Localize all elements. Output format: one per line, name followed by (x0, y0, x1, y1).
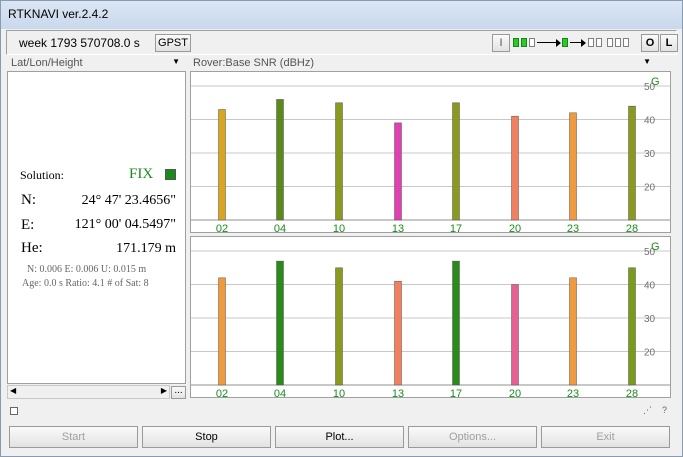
horizontal-scrollbar[interactable]: ◀ ▶ (7, 385, 170, 399)
plot-type-value: Rover:Base SNR (dBHz) (193, 57, 315, 69)
top-toolbar: week 1793 570708.0 s GPST I O L (6, 30, 678, 55)
satellite-label: 28 (626, 388, 638, 397)
solution-panel: Solution: FIX N: 24° 47' 23.4656" E: 121… (7, 71, 186, 384)
stop-button[interactable]: Stop (142, 426, 271, 448)
snr-plot-top: 20 30 40 50 G 02 04 10 13 17 20 23 28 (190, 71, 671, 235)
time-system-button[interactable]: GPST (155, 34, 191, 52)
dropdown-arrow-icon: ▼ (643, 57, 651, 66)
snr-bar (452, 102, 460, 221)
solution-type-value: Lat/Lon/Height (11, 57, 83, 69)
y-tick-label: 40 (644, 281, 656, 292)
stream-status-indicator (513, 36, 637, 50)
satellite-label: 17 (450, 388, 462, 397)
satellite-label: 13 (392, 388, 404, 397)
plot-type-select[interactable]: Rover:Base SNR (dBHz) ▼ (193, 57, 655, 71)
snr-bar (569, 112, 577, 221)
longitude-value: 121° 00' 04.5497" (74, 217, 176, 232)
satellite-label: 02 (216, 223, 228, 232)
stream-indicator (562, 38, 568, 47)
help-icon[interactable]: ? (662, 405, 667, 415)
satellite-label: 13 (392, 223, 404, 232)
satellite-label: 20 (509, 223, 521, 232)
log-stream-button[interactable]: L (660, 34, 678, 52)
satellite-label: 10 (333, 388, 345, 397)
snr-bar (335, 267, 343, 386)
stream-indicator (521, 38, 527, 47)
stream-indicator (596, 38, 602, 47)
stream-indicator (615, 38, 621, 47)
stream-indicator (529, 38, 535, 47)
snr-chart-bottom: 20304050G02 04 10 13 17 20 23 28 (191, 241, 670, 400)
snr-bar (452, 260, 460, 386)
scroll-left-icon[interactable]: ◀ (10, 386, 16, 395)
snr-chart-top: 20304050G02 04 10 13 17 20 23 28 (191, 76, 670, 235)
snr-bar (569, 277, 577, 386)
height-value: 171.179 m (116, 241, 176, 256)
snr-bar (628, 267, 636, 386)
y-tick-label: 30 (644, 149, 656, 160)
start-button[interactable]: Start (9, 426, 138, 448)
dropdown-arrow-icon: ▼ (172, 57, 180, 66)
input-stream-button[interactable]: I (492, 34, 510, 52)
stream-indicator (588, 38, 594, 47)
snr-bar (276, 260, 284, 386)
satellite-label: 10 (333, 223, 345, 232)
satellite-label: 23 (567, 388, 579, 397)
satellite-label: 04 (274, 223, 286, 232)
latitude-label: N: (21, 192, 36, 208)
arrow-head-icon (556, 39, 561, 47)
satellite-label: 02 (216, 388, 228, 397)
y-tick-label: 30 (644, 314, 656, 325)
snr-bar (511, 284, 519, 386)
stream-indicator (623, 38, 629, 47)
age-ratio-line: Age: 0.0 s Ratio: 4.1 # of Sat: 8 (22, 278, 149, 289)
satellite-label: 23 (567, 223, 579, 232)
satellite-label: 20 (509, 388, 521, 397)
solution-type-select[interactable]: Lat/Lon/Height ▼ (11, 57, 184, 71)
app-window: RTKNAVI ver.2.4.2 week 1793 570708.0 s G… (0, 0, 683, 457)
snr-bar (628, 105, 636, 221)
resize-grip-icon: ⋰ (643, 405, 652, 415)
snr-bar (276, 99, 284, 221)
status-bar: ⋰ ? (7, 404, 672, 418)
satellite-label: 17 (450, 223, 462, 232)
solution-status: FIX (129, 166, 154, 182)
scroll-right-icon[interactable]: ▶ (161, 386, 167, 395)
snr-bar (335, 102, 343, 221)
fix-status-indicator (165, 169, 176, 180)
plot-button[interactable]: Plot... (275, 426, 404, 448)
snr-bar (218, 277, 226, 386)
options-button[interactable]: Options... (408, 426, 537, 448)
snr-bar (218, 109, 226, 221)
y-tick-label: 20 (644, 348, 656, 359)
snr-bar (394, 280, 402, 386)
y-tick-label: 40 (644, 116, 656, 127)
latitude-value: 24° 47' 23.4656" (81, 193, 176, 208)
arrow-head-icon (581, 39, 586, 47)
more-options-button[interactable]: ... (171, 386, 186, 399)
snr-bar (394, 122, 402, 221)
snr-bar (511, 115, 519, 221)
exit-button[interactable]: Exit (541, 426, 670, 448)
arrow-icon (537, 42, 557, 43)
y-tick-label: 20 (644, 183, 656, 194)
status-indicator-icon (10, 407, 18, 415)
satellite-label: 04 (274, 388, 286, 397)
stream-indicator (513, 38, 519, 47)
satellite-label: 28 (626, 223, 638, 232)
system-label: G (651, 76, 660, 88)
std-dev-line: N: 0.006 E: 0.006 U: 0.015 m (27, 264, 147, 275)
time-display: week 1793 570708.0 s (19, 36, 140, 50)
longitude-label: E: (21, 217, 35, 233)
window-title: RTKNAVI ver.2.4.2 (8, 7, 109, 21)
output-stream-button[interactable]: O (641, 34, 659, 52)
stream-indicator (607, 38, 613, 47)
system-label: G (651, 241, 660, 253)
title-bar: RTKNAVI ver.2.4.2 (1, 1, 682, 29)
snr-plot-bottom: 20 30 40 50 G 02 04 10 13 17 20 23 28 (190, 236, 671, 400)
solution-label: Solution: (20, 168, 65, 182)
height-label: He: (21, 240, 43, 256)
